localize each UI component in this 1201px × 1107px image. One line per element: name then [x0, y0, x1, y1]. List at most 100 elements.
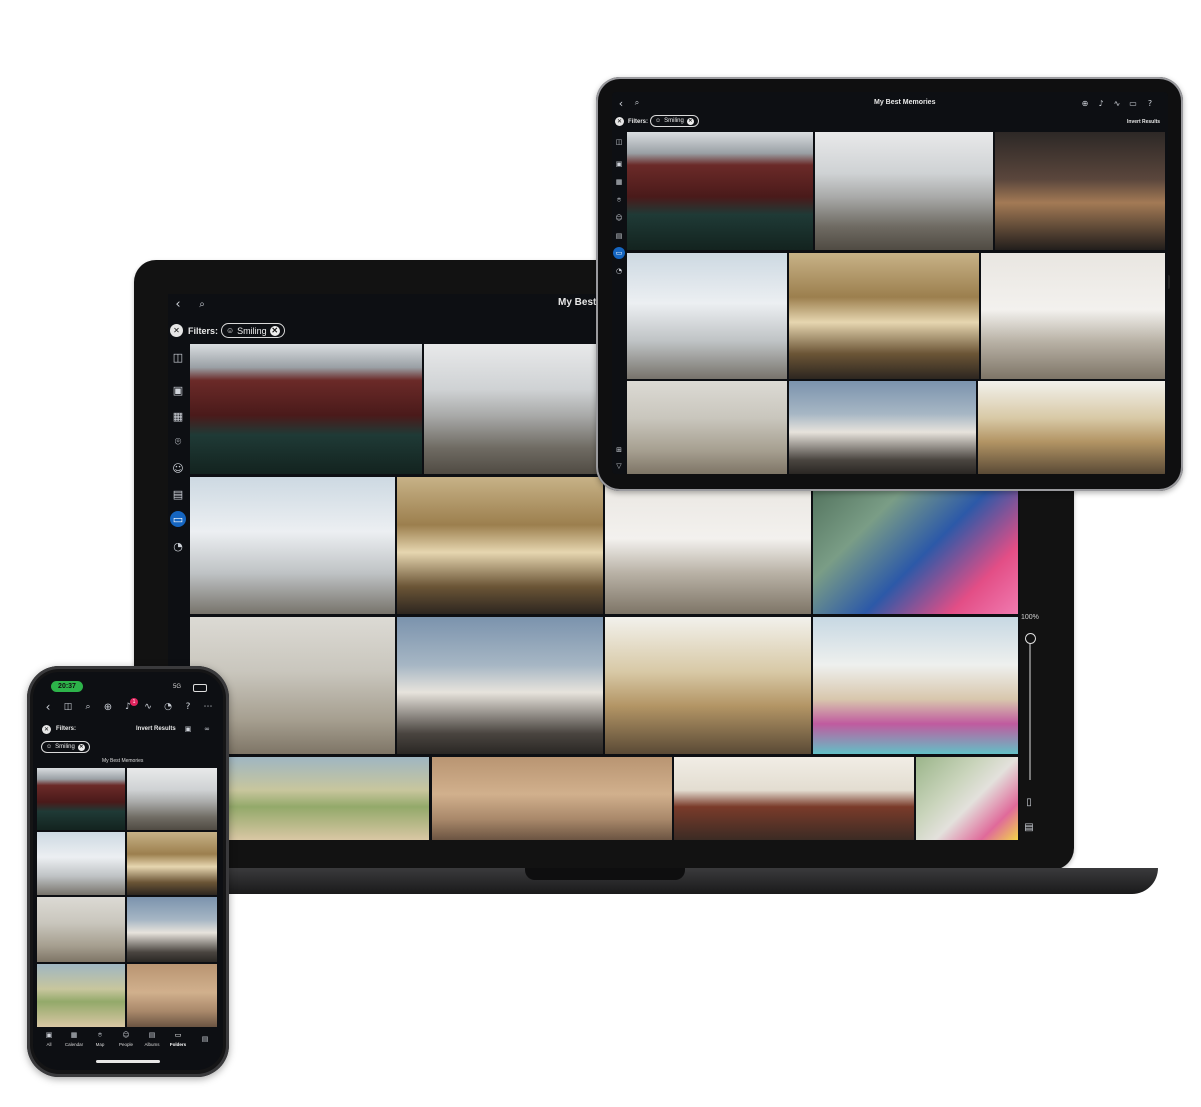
calendar-icon[interactable]: ▦ — [170, 408, 186, 424]
photo-thumbnail[interactable] — [127, 832, 217, 895]
photo-thumbnail[interactable] — [397, 477, 603, 614]
sidebar-toggle-icon[interactable]: ◫ — [613, 136, 625, 148]
filter-chip-smiling[interactable]: ☺ Smiling ✕ — [221, 323, 285, 338]
filter-chip-smiling[interactable]: ☺ Smiling ✕ — [650, 115, 699, 127]
photo-thumbnail[interactable] — [397, 617, 603, 754]
albums-icon[interactable]: ▤ — [170, 486, 186, 502]
folders-icon[interactable]: ▭ — [170, 511, 186, 527]
tags-icon[interactable]: ⊞ — [613, 444, 625, 456]
albums-icon[interactable]: ▤ — [613, 230, 625, 242]
map-pin-icon[interactable]: ⌾ — [170, 434, 186, 450]
remove-filter-icon[interactable]: ✕ — [686, 117, 694, 125]
bell-icon[interactable]: ♪ — [1094, 96, 1108, 110]
nav-map-icon[interactable]: ⌾ — [93, 1030, 107, 1040]
photo-thumbnail[interactable] — [627, 381, 787, 474]
status-signal: 5G — [173, 684, 182, 690]
pulse-icon[interactable]: ∿ — [1110, 96, 1124, 110]
clear-filters-icon[interactable]: ✕ — [615, 117, 624, 126]
photo-thumbnail[interactable] — [978, 381, 1165, 474]
dashboard-icon[interactable]: ◔ — [161, 700, 175, 714]
all-photos-icon[interactable]: ▣ — [613, 158, 625, 170]
photo-thumbnail[interactable] — [789, 381, 976, 474]
help-icon[interactable]: ? — [1143, 96, 1157, 110]
help-icon[interactable]: ? — [181, 700, 195, 714]
photo-thumbnail[interactable] — [605, 617, 811, 754]
map-pin-icon[interactable]: ⌾ — [613, 194, 625, 206]
photo-thumbnail[interactable] — [789, 253, 979, 379]
remove-filter-icon[interactable]: ✕ — [269, 325, 280, 336]
nav-folders-icon[interactable]: ▭ — [171, 1030, 185, 1040]
home-indicator — [96, 1060, 160, 1063]
all-photos-icon[interactable]: ▣ — [170, 382, 186, 398]
photo-thumbnail[interactable] — [37, 768, 125, 830]
invert-results-button[interactable]: Invert Results — [1127, 119, 1160, 125]
photo-thumbnail[interactable] — [813, 477, 1018, 614]
photo-thumbnail[interactable] — [127, 897, 217, 962]
dashboard-icon[interactable]: ◔ — [613, 265, 625, 277]
zoom-slider-track[interactable] — [1029, 640, 1031, 780]
filter-icon[interactable]: ▽ — [613, 460, 625, 472]
filter-chip-label: Smiling — [55, 744, 75, 750]
zoom-slider-handle[interactable] — [1025, 633, 1036, 644]
add-icon[interactable]: ⊕ — [101, 700, 115, 714]
photo-thumbnail[interactable] — [627, 132, 813, 250]
nav-map-label[interactable]: Map — [90, 1042, 110, 1047]
nav-all-icon[interactable]: ▣ — [42, 1030, 56, 1040]
nav-people-label[interactable]: People — [115, 1042, 137, 1047]
tablet-screen: ‹ ⌕ My Best Memories ⊕ ♪ ∿ ▭ ? ✕ Filters… — [612, 92, 1168, 474]
clear-filters-icon[interactable]: ✕ — [170, 324, 183, 337]
nav-people-icon[interactable]: ☺ — [119, 1030, 133, 1040]
photo-thumbnail[interactable] — [127, 964, 217, 1027]
nav-calendar-label[interactable]: Calendar — [61, 1042, 87, 1047]
clear-filters-icon[interactable]: ✕ — [42, 725, 51, 734]
remove-filter-icon[interactable]: ✕ — [77, 743, 85, 751]
info-panel-icon[interactable]: ▤ — [1022, 820, 1036, 834]
filter-chip-smiling[interactable]: ☺ Smiling ✕ — [41, 741, 90, 753]
search-icon[interactable]: ⌕ — [194, 296, 210, 312]
search-icon[interactable]: ⌕ — [630, 96, 644, 110]
back-chevron-icon[interactable]: ‹ — [41, 700, 55, 714]
more-icon[interactable]: ⋯ — [201, 700, 215, 714]
back-chevron-icon[interactable]: ‹ — [170, 296, 186, 312]
photo-thumbnail[interactable] — [190, 477, 395, 614]
people-icon[interactable]: ☺ — [170, 460, 186, 476]
nav-calendar-icon[interactable]: ▦ — [67, 1030, 81, 1040]
nav-all-label[interactable]: All — [39, 1042, 59, 1047]
face-icon: ☺ — [655, 118, 662, 124]
photo-thumbnail[interactable] — [815, 132, 993, 250]
people-icon[interactable]: ☺ — [613, 212, 625, 224]
photo-thumbnail[interactable] — [432, 757, 672, 840]
photo-thumbnail[interactable] — [228, 757, 429, 840]
search-icon[interactable]: ⌕ — [81, 700, 95, 714]
dashboard-icon[interactable]: ◔ — [170, 538, 186, 554]
clipboard-icon[interactable]: ▯ — [1022, 795, 1036, 809]
photo-thumbnail[interactable] — [424, 344, 600, 474]
invert-results-button[interactable]: Invert Results — [136, 726, 176, 732]
photo-thumbnail[interactable] — [605, 477, 811, 614]
photo-thumbnail[interactable] — [916, 757, 1018, 840]
photo-thumbnail[interactable] — [981, 253, 1165, 379]
invert-toggle-icon[interactable]: ▣ — [183, 724, 193, 734]
photo-thumbnail[interactable] — [995, 132, 1165, 250]
photo-thumbnail[interactable] — [37, 832, 125, 895]
photo-thumbnail[interactable] — [37, 897, 125, 962]
photo-thumbnail[interactable] — [813, 617, 1018, 754]
folders-icon[interactable]: ▭ — [613, 247, 625, 259]
add-icon[interactable]: ⊕ — [1078, 96, 1092, 110]
photo-thumbnail[interactable] — [674, 757, 914, 840]
sidebar-toggle-icon[interactable]: ◫ — [170, 349, 186, 365]
nav-albums-label[interactable]: Albums — [141, 1042, 163, 1047]
info-panel-icon[interactable]: ▤ — [199, 1034, 211, 1044]
back-chevron-icon[interactable]: ‹ — [614, 96, 628, 110]
sidebar-toggle-icon[interactable]: ◫ — [61, 700, 75, 714]
nav-albums-icon[interactable]: ▤ — [145, 1030, 159, 1040]
photo-thumbnail[interactable] — [190, 344, 422, 474]
photo-thumbnail[interactable] — [627, 253, 787, 379]
pulse-icon[interactable]: ∿ — [141, 700, 155, 714]
nav-folders-label[interactable]: Folders — [167, 1042, 189, 1047]
photo-thumbnail[interactable] — [127, 768, 217, 830]
photo-thumbnail[interactable] — [37, 964, 125, 1027]
devices-icon[interactable]: ▭ — [1126, 96, 1140, 110]
calendar-icon[interactable]: ▦ — [613, 176, 625, 188]
link-icon[interactable]: ∞ — [201, 724, 213, 734]
